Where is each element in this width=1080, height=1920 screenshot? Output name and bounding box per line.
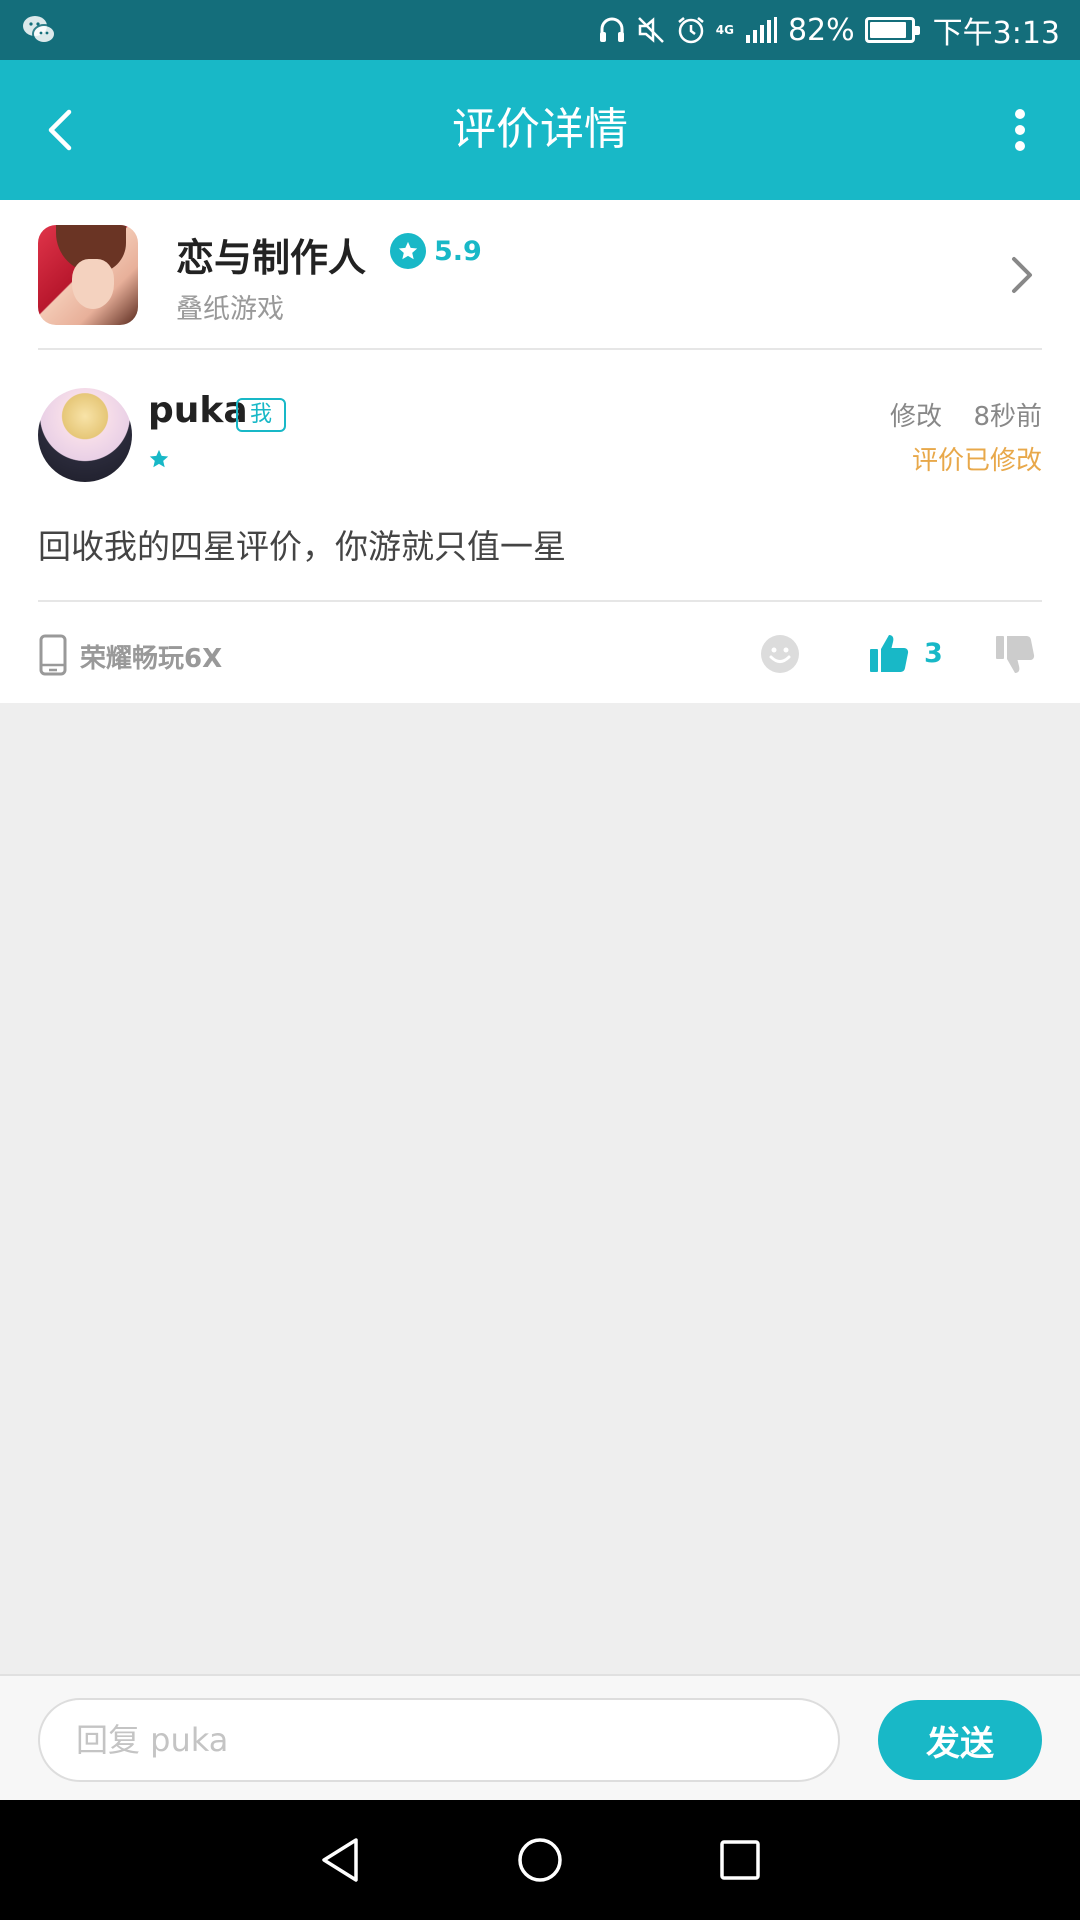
page-title: 评价详情 — [452, 104, 628, 155]
game-icon — [38, 225, 138, 325]
nav-recents-icon — [720, 1840, 760, 1880]
star-icon — [390, 233, 426, 269]
like-button[interactable]: 3 — [868, 628, 943, 678]
review-card: 恋与制作人 5.9 叠纸游戏 puka 我 修改 8秒前 评价已修改 回收我的四… — [0, 200, 1080, 703]
divider — [38, 600, 1042, 602]
device-name: 荣耀畅玩6X — [80, 644, 223, 674]
review-text: 回收我的四星评价，你游就只值一星 — [38, 527, 566, 566]
network-type: 4G — [715, 23, 734, 37]
game-name: 恋与制作人 — [176, 236, 367, 280]
reply-input[interactable] — [38, 1698, 840, 1782]
thumbs-up-icon — [870, 635, 909, 672]
alarm-icon — [677, 17, 704, 44]
star-icon — [149, 449, 169, 468]
edit-button[interactable]: 修改 — [890, 396, 942, 433]
nav-back-icon — [322, 1838, 358, 1882]
divider — [38, 348, 1042, 350]
headphones-icon — [599, 17, 624, 42]
status-time: 下午3:13 — [932, 16, 1060, 51]
username[interactable]: puka — [148, 390, 248, 431]
navigation-bar — [0, 1800, 1080, 1920]
chevron-right-icon — [1012, 257, 1032, 293]
game-rating: 5.9 — [390, 233, 482, 269]
wechat-icon — [23, 16, 56, 44]
send-button[interactable]: 发送 — [878, 1700, 1042, 1780]
more-vert-icon — [1015, 109, 1025, 151]
review-time: 8秒前 — [973, 402, 1042, 432]
battery-percent: 82% — [787, 12, 855, 48]
game-info-row[interactable]: 恋与制作人 5.9 叠纸游戏 — [38, 225, 1042, 347]
rating-value: 5.9 — [434, 235, 482, 267]
thumbs-down-icon[interactable] — [994, 634, 1036, 676]
edited-label: 评价已修改 — [911, 446, 1042, 476]
reply-bar: 发送 — [0, 1674, 1080, 1800]
phone-icon — [39, 634, 67, 676]
app-bar: 评价详情 — [0, 60, 1080, 200]
nav-home-button[interactable] — [510, 1830, 570, 1890]
game-publisher: 叠纸游戏 — [176, 294, 284, 325]
signal-icon — [745, 17, 777, 43]
like-count: 3 — [924, 637, 943, 669]
mute-icon — [637, 17, 664, 43]
review-footer: 荣耀畅玩6X 3 — [38, 626, 1042, 682]
status-bar: 4G 82% 下午3:13 — [0, 0, 1080, 60]
more-button[interactable] — [1000, 100, 1040, 160]
nav-home-icon — [518, 1838, 562, 1882]
emoji-icon[interactable] — [760, 634, 800, 674]
battery-icon — [864, 17, 920, 43]
nav-back-button[interactable] — [310, 1830, 370, 1890]
me-badge: 我 — [236, 398, 286, 432]
nav-recents-button[interactable] — [710, 1830, 770, 1890]
avatar[interactable] — [38, 388, 132, 482]
